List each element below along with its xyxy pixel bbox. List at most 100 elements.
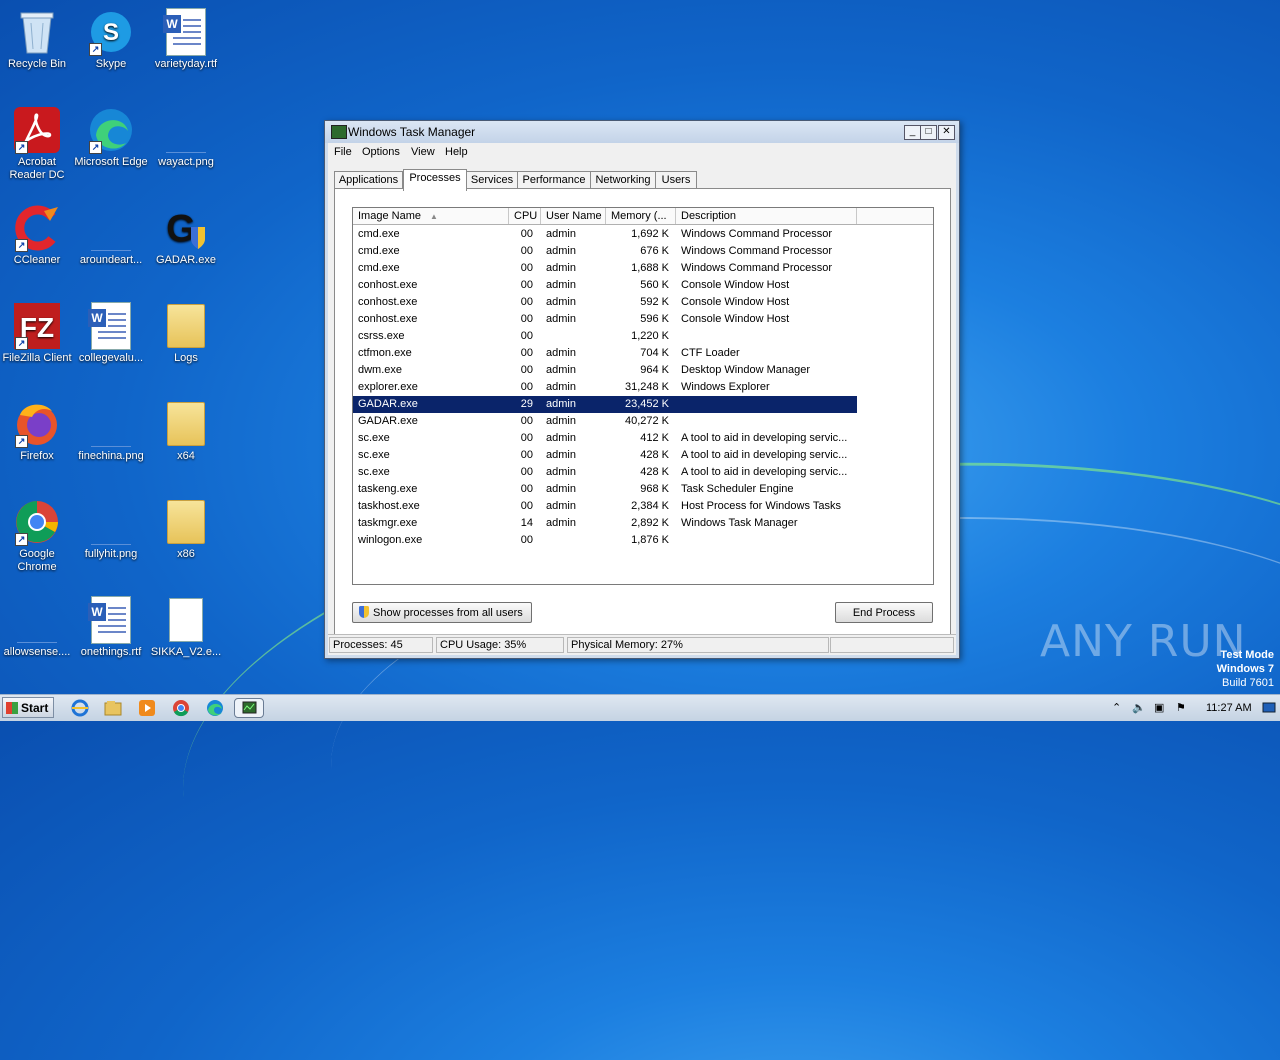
table-row[interactable]: taskeng.exe 00 admin 968 K Task Scheduler En… [353,481,857,498]
action-center-flag-icon[interactable]: ⚑ [1176,695,1186,721]
desktop-icon-onethings[interactable]: W onethings.rtf [74,596,148,659]
desktop-icon-firefox[interactable]: ↗ Firefox [0,400,74,463]
ie-icon[interactable] [70,698,90,718]
shortcut-arrow-icon: ↗ [15,239,28,252]
table-row[interactable]: cmd.exe 00 admin 676 K Windows Command Proce… [353,243,857,260]
column-memory[interactable]: Memory (... [606,208,676,224]
cell-user [546,328,606,345]
start-button[interactable]: Start [2,697,54,718]
desktop-icon-allowsense[interactable]: allowsense.... [0,596,74,659]
cell-cpu: 29 [520,398,533,410]
table-row[interactable]: conhost.exe 00 admin 560 K Console Window Ho… [353,277,857,294]
menu-file[interactable]: File [334,146,352,158]
menu-view[interactable]: View [411,146,435,158]
desktop-icon-wayact[interactable]: wayact.png [149,106,223,169]
word-document-icon: W [87,302,135,350]
cell-desc: Windows Command Processor [681,262,832,274]
tab-applications[interactable]: Applications [334,171,403,189]
task-manager-taskbar-icon[interactable] [234,698,264,718]
end-process-button[interactable]: End Process [835,602,933,623]
table-row[interactable]: dwm.exe 00 admin 964 K Desktop Window Manage… [353,362,857,379]
cell-user: admin [546,432,576,444]
column-image-name[interactable]: Image Name ▲ [353,208,509,224]
desktop-icon-gadar[interactable]: G GADAR.exe [149,204,223,267]
desktop-icon-label: Skype [95,58,127,70]
network-icon[interactable]: ▣ [1154,695,1164,721]
tab-services[interactable]: Services [466,171,518,189]
edge-taskbar-icon[interactable] [205,698,225,718]
table-row[interactable]: taskmgr.exe 14 admin 2,892 K Windows Task Ma… [353,515,857,532]
table-row[interactable]: cmd.exe 00 admin 1,692 K Windows Command Pro… [353,226,857,243]
table-row[interactable]: conhost.exe 00 admin 592 K Console Window Ho… [353,294,857,311]
tab-performance[interactable]: Performance [517,171,591,189]
status-cpu-usage: CPU Usage: 35% [436,637,564,653]
tab-users[interactable]: Users [655,171,697,189]
menu-options[interactable]: Options [362,146,400,158]
desktop-icon-x64[interactable]: x64 [149,400,223,463]
cell-mem: 1,692 K [631,228,669,240]
table-row[interactable]: ctfmon.exe 00 admin 704 K CTF Loader [353,345,857,362]
desktop-icon-collegevalu[interactable]: W collegevalu... [74,302,148,365]
tab-networking[interactable]: Networking [590,171,656,189]
show-hidden-icons[interactable]: ⌃ [1112,695,1121,721]
desktop-icon-acrobat[interactable]: ↗ Acrobat Reader DC [0,106,74,182]
desktop-icon-filezilla[interactable]: FZ ↗ FileZilla Client [0,302,74,365]
desktop-icon-chrome[interactable]: ↗ Google Chrome [0,498,74,574]
explorer-icon[interactable] [103,698,123,718]
desktop-icon-ccleaner[interactable]: ↗ CCleaner [0,204,74,267]
desktop-icon-logs[interactable]: Logs [149,302,223,365]
cell-name: explorer.exe [358,381,418,393]
process-list[interactable]: Image Name ▲ CPU User Name Memory (... D… [352,207,934,585]
ccleaner-icon: ↗ [13,204,61,252]
minimize-button[interactable]: _ [904,125,921,140]
cell-mem: 968 K [640,483,669,495]
close-button[interactable]: ✕ [938,125,955,140]
desktop-icon-aroundeart[interactable]: aroundeart... [74,204,148,267]
cell-desc: A tool to aid in developing servic... [681,432,848,444]
desktop-icon-recycle-bin[interactable]: Recycle Bin [0,8,74,71]
title-bar[interactable]: Windows Task Manager _ □ ✕ [325,121,959,143]
table-row[interactable]: GADAR.exe 29 admin 23,452 K [353,396,857,413]
cell-desc: Windows Task Manager [681,517,798,529]
cell-desc: Windows Command Processor [681,245,832,257]
tab-processes[interactable]: Processes [403,169,467,191]
desktop-icon-edge[interactable]: ↗ Microsoft Edge [74,106,148,169]
desktop-icon-varietyday[interactable]: W varietyday.rtf [149,8,223,71]
desktop-icon-fullyhit[interactable]: fullyhit.png [74,498,148,561]
table-row[interactable]: conhost.exe 00 admin 596 K Console Window Ho… [353,311,857,328]
cell-desc: Console Window Host [681,313,790,325]
column-user-name[interactable]: User Name [541,208,606,224]
menu-help[interactable]: Help [445,146,468,158]
desktop-icon-x86[interactable]: x86 [149,498,223,561]
cell-user: admin [546,500,576,512]
volume-icon[interactable]: 🔈 [1132,695,1146,721]
column-cpu[interactable]: CPU [509,208,541,224]
cell-cpu: 00 [520,347,533,359]
media-player-icon[interactable] [137,698,157,718]
clock[interactable]: 11:27 AM [1206,695,1252,721]
cell-mem: 428 K [640,449,669,461]
desktop-icon-sikka[interactable]: SIKKA_V2.e... [149,596,223,659]
desktop-icon-finechina[interactable]: finechina.png [74,400,148,463]
show-all-users-button[interactable]: Show processes from all users [352,602,532,623]
table-row[interactable]: winlogon.exe 00 1,876 K [353,532,857,549]
column-description[interactable]: Description [676,208,857,224]
chrome-taskbar-icon[interactable] [171,698,191,718]
table-row[interactable]: GADAR.exe 00 admin 40,272 K [353,413,857,430]
maximize-button[interactable]: □ [920,125,937,140]
cell-cpu: 00 [520,262,533,274]
cell-cpu: 00 [520,483,533,495]
table-row[interactable]: cmd.exe 00 admin 1,688 K Windows Command Pro… [353,260,857,277]
cell-mem: 704 K [640,347,669,359]
show-desktop-icon[interactable] [1262,695,1276,721]
table-row[interactable]: sc.exe 00 admin 428 K A tool to aid in devel… [353,447,857,464]
table-row[interactable]: explorer.exe 00 admin 31,248 K Windows Explo… [353,379,857,396]
table-row[interactable]: taskhost.exe 00 admin 2,384 K Host Process f… [353,498,857,515]
cell-desc [681,413,853,430]
cell-desc [681,328,853,345]
table-row[interactable]: sc.exe 00 admin 412 K A tool to aid in devel… [353,430,857,447]
desktop-icon-skype[interactable]: S ↗ Skype [74,8,148,71]
folder-icon [162,400,210,448]
table-row[interactable]: csrss.exe 00 1,220 K [353,328,857,345]
table-row[interactable]: sc.exe 00 admin 428 K A tool to aid in devel… [353,464,857,481]
